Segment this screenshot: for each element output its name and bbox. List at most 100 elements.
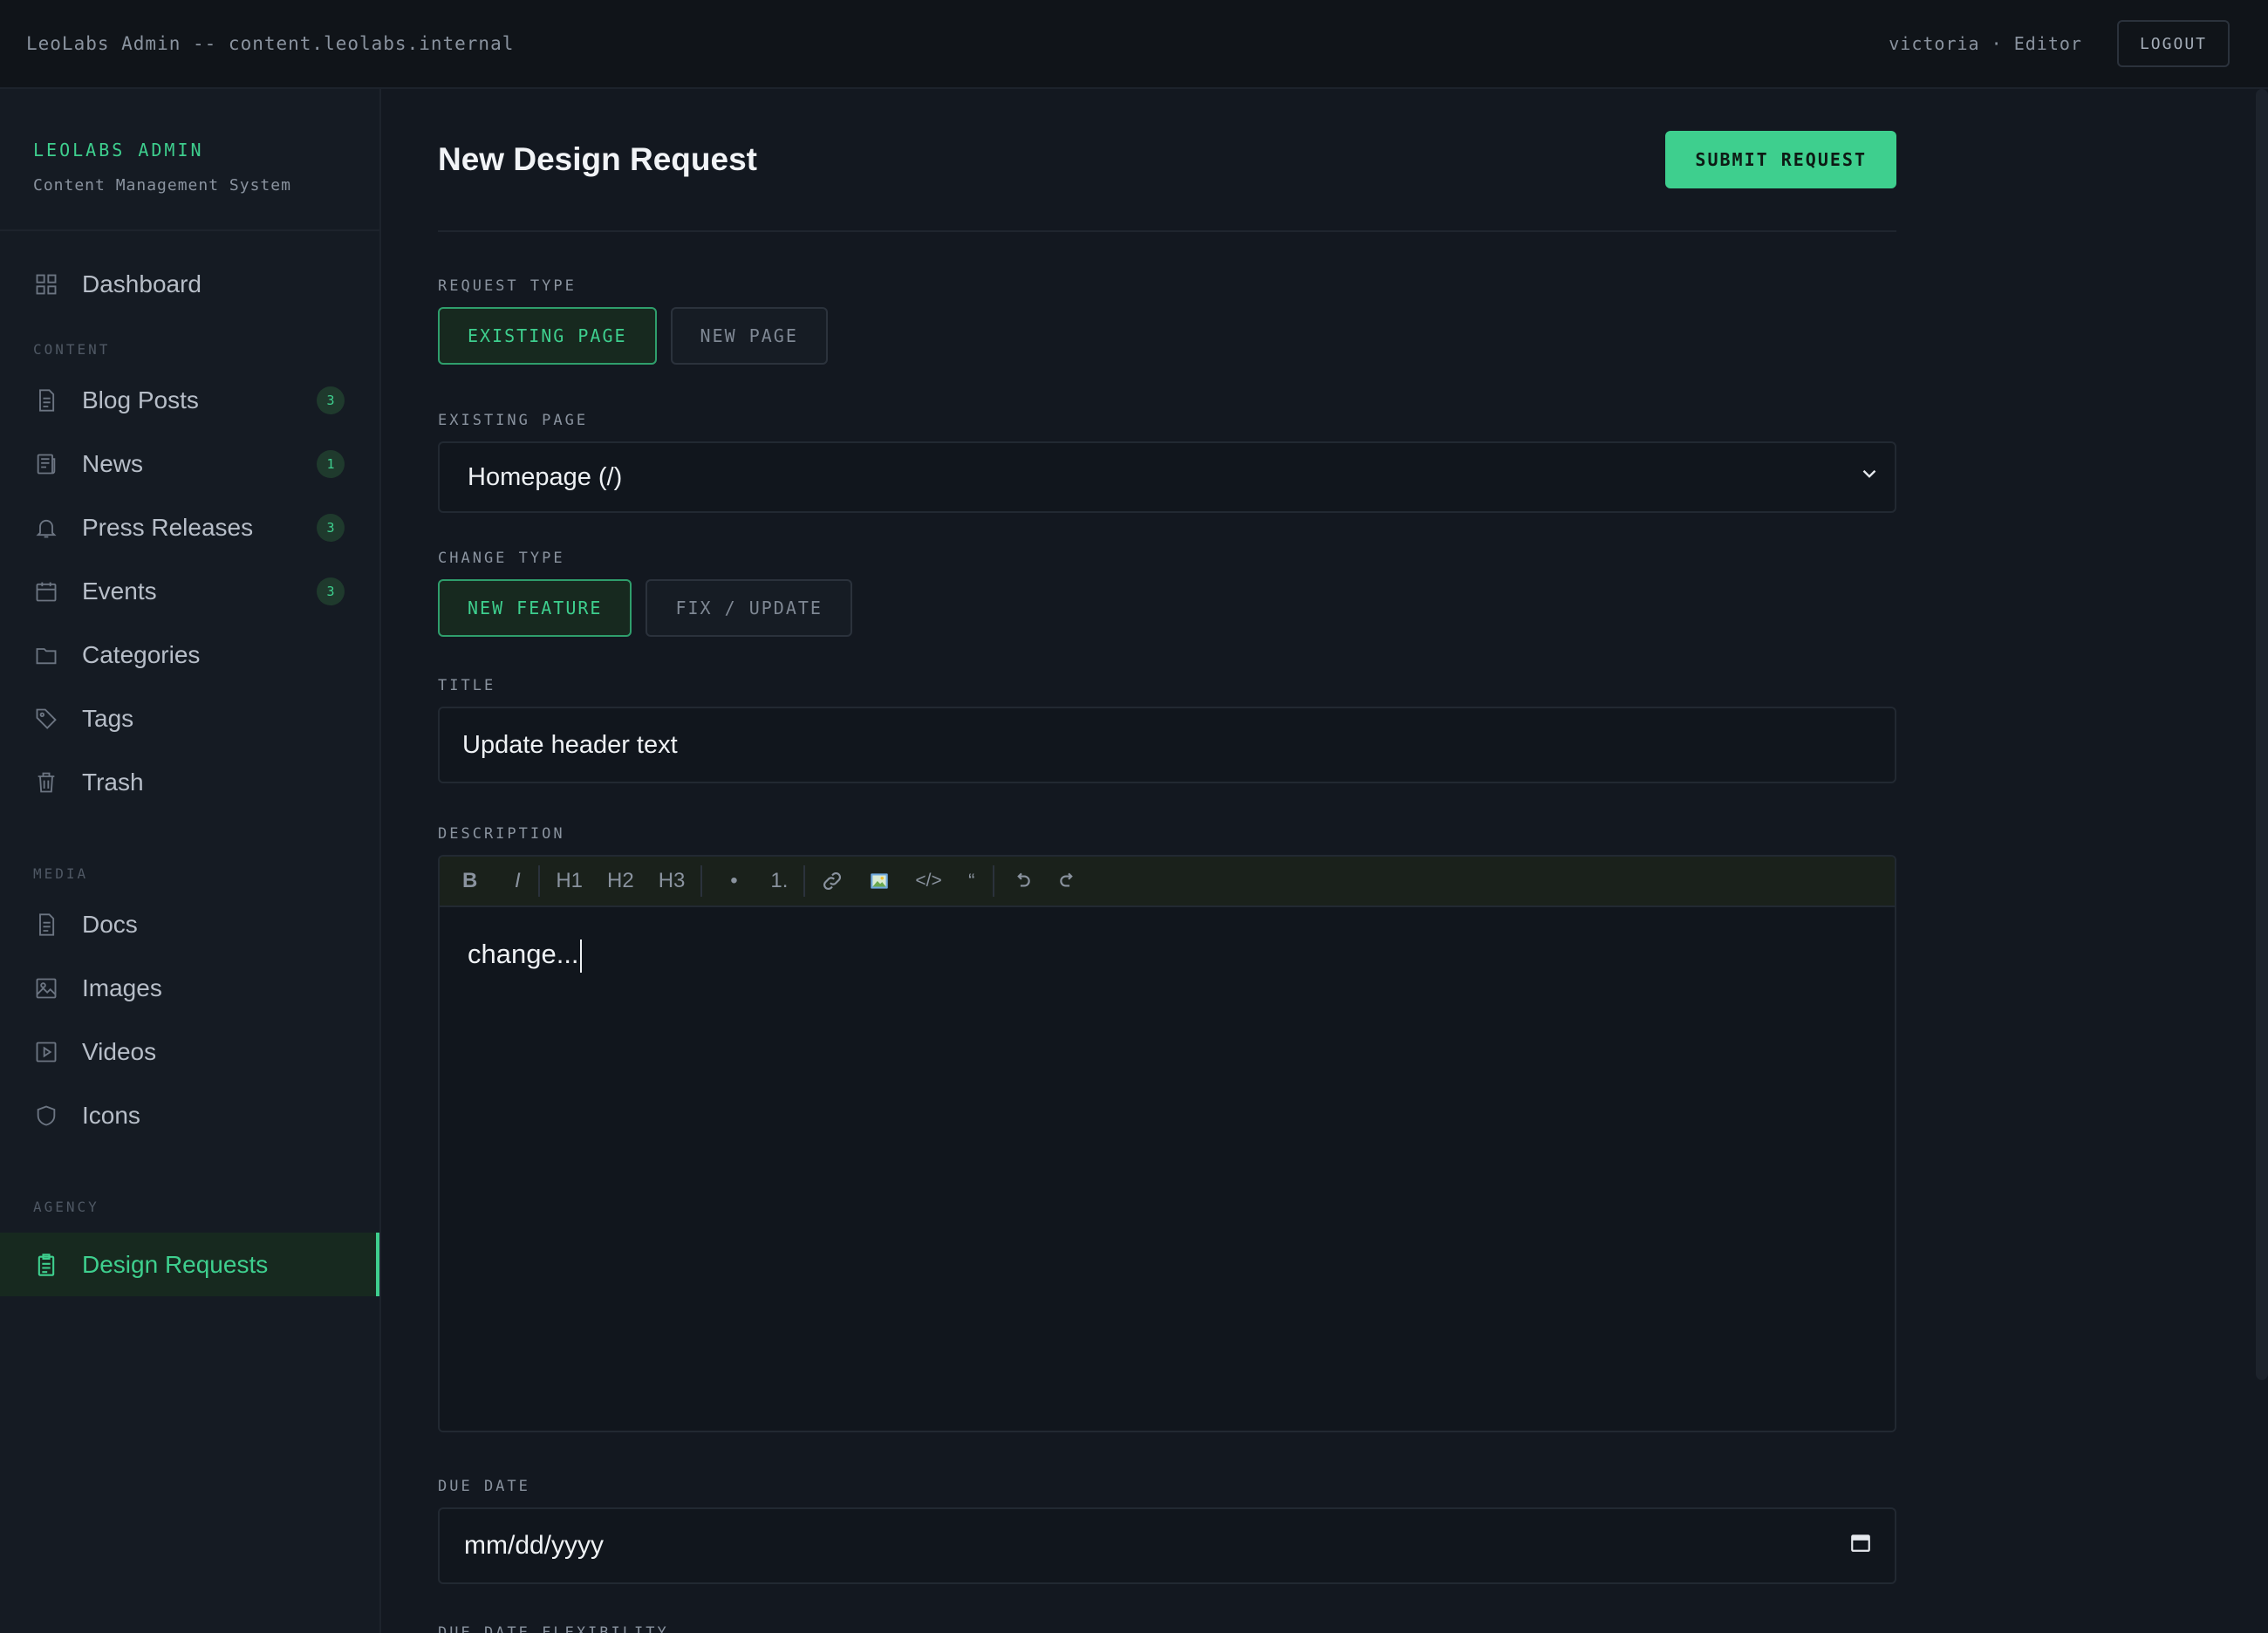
sidebar-item-categories[interactable]: Categories xyxy=(0,623,379,687)
sidebar-item-label: Images xyxy=(82,974,162,1001)
existing-page-select[interactable]: Homepage (/) xyxy=(438,441,1896,513)
image-icon xyxy=(33,975,59,1001)
sidebar-item-events[interactable]: Events 3 xyxy=(0,559,379,623)
document-icon xyxy=(33,912,59,938)
description-label: DESCRIPTION xyxy=(438,825,565,843)
sidebar-item-images[interactable]: Images xyxy=(0,956,379,1020)
toolbar-divider xyxy=(803,865,806,897)
sidebar-item-label: Docs xyxy=(82,910,138,938)
calendar-icon xyxy=(33,578,59,605)
tag-icon xyxy=(33,706,59,732)
current-user: victoria · Editor xyxy=(1889,33,2082,54)
toolbar-divider xyxy=(992,865,994,897)
sidebar-item-label: News xyxy=(82,449,144,477)
sidebar-item-label: Design Requests xyxy=(82,1250,269,1278)
link-icon[interactable] xyxy=(809,864,856,898)
sidebar-item-design-requests[interactable]: Design Requests xyxy=(0,1233,379,1296)
title-label: TITLE xyxy=(438,677,496,694)
brand-name: LEOLABS ADMIN xyxy=(33,140,204,161)
sidebar-item-tags[interactable]: Tags xyxy=(0,687,379,750)
bell-icon xyxy=(33,515,59,541)
redo-icon[interactable] xyxy=(1045,864,1092,898)
description-editor: B I H1 H2 H3 • 1. </> “ change... xyxy=(438,855,1896,1432)
chevron-down-icon xyxy=(1858,462,1881,492)
grid-icon xyxy=(33,271,59,297)
folder-icon xyxy=(33,642,59,668)
clipboard-icon xyxy=(33,1252,59,1278)
new-page-option[interactable]: NEW PAGE xyxy=(670,307,828,365)
change-type-group: NEW FEATURE FIX / UPDATE xyxy=(438,579,1896,637)
submit-request-button[interactable]: SUBMIT REQUEST xyxy=(1665,131,1896,188)
document-icon xyxy=(33,387,59,413)
change-type-label: CHANGE TYPE xyxy=(438,550,565,567)
text-caret xyxy=(579,939,582,973)
heading3-button[interactable]: H3 xyxy=(646,864,698,898)
sidebar-item-label: Press Releases xyxy=(82,513,254,541)
code-icon[interactable]: </> xyxy=(903,864,953,898)
count-badge: 3 xyxy=(317,386,345,414)
sidebar-item-docs[interactable]: Docs xyxy=(0,892,379,956)
count-badge: 3 xyxy=(317,577,345,605)
due-date-input[interactable]: mm/dd/yyyy xyxy=(438,1507,1896,1584)
sidebar-item-label: Dashboard xyxy=(82,270,202,297)
page-header: New Design Request SUBMIT REQUEST xyxy=(438,89,1896,232)
sidebar-item-label: Icons xyxy=(82,1101,140,1129)
due-date-label: DUE DATE xyxy=(438,1478,530,1495)
existing-page-option[interactable]: EXISTING PAGE xyxy=(438,307,657,365)
host-title: LeoLabs Admin -- content.leolabs.interna… xyxy=(26,33,515,54)
selected-page: Homepage (/) xyxy=(468,462,623,491)
sidebar-item-label: Tags xyxy=(82,704,134,732)
editor-content[interactable]: change... xyxy=(440,907,1895,1431)
video-icon xyxy=(33,1039,59,1065)
italic-button[interactable]: I xyxy=(500,864,535,898)
sidebar-item-dashboard[interactable]: Dashboard xyxy=(0,252,379,316)
page-scrollbar[interactable] xyxy=(2256,89,2268,1380)
new-feature-option[interactable]: NEW FEATURE xyxy=(438,579,632,637)
count-badge: 3 xyxy=(317,513,345,542)
topbar-right: victoria · Editor LOGOUT xyxy=(1889,20,2230,67)
top-bar: LeoLabs Admin -- content.leolabs.interna… xyxy=(0,0,2268,89)
calendar-icon[interactable] xyxy=(1849,1531,1872,1561)
undo-icon[interactable] xyxy=(998,864,1045,898)
existing-page-label: EXISTING PAGE xyxy=(438,412,589,429)
sidebar-item-label: Blog Posts xyxy=(82,386,199,413)
due-date-placeholder: mm/dd/yyyy xyxy=(464,1531,605,1560)
sidebar-item-blog-posts[interactable]: Blog Posts 3 xyxy=(0,368,379,432)
brand: LEOLABS ADMIN Content Management System xyxy=(0,89,379,231)
title-input[interactable]: Update header text xyxy=(438,707,1896,783)
brand-subtitle: Content Management System xyxy=(33,176,291,195)
description-text: change... xyxy=(468,939,579,969)
main-content: New Design Request SUBMIT REQUEST REQUES… xyxy=(438,89,1896,1633)
sidebar: LEOLABS ADMIN Content Management System … xyxy=(0,89,381,1633)
quote-icon[interactable]: “ xyxy=(954,864,989,898)
section-agency-heading: AGENCY xyxy=(33,1199,99,1215)
sidebar-item-label: Trash xyxy=(82,768,144,796)
sidebar-item-news[interactable]: News 1 xyxy=(0,432,379,495)
sidebar-item-label: Videos xyxy=(82,1037,157,1065)
request-type-group: EXISTING PAGE NEW PAGE xyxy=(438,307,1896,365)
heading2-button[interactable]: H2 xyxy=(595,864,646,898)
sidebar-item-trash[interactable]: Trash xyxy=(0,750,379,814)
trash-icon xyxy=(33,769,59,796)
image-icon[interactable] xyxy=(856,864,903,898)
request-type-label: REQUEST TYPE xyxy=(438,277,577,295)
bullet-list-button[interactable]: • xyxy=(716,864,751,898)
heading1-button[interactable]: H1 xyxy=(543,864,595,898)
sidebar-item-videos[interactable]: Videos xyxy=(0,1020,379,1083)
ordered-list-button[interactable]: 1. xyxy=(758,864,800,898)
sidebar-item-press-releases[interactable]: Press Releases 3 xyxy=(0,495,379,559)
fix-update-option[interactable]: FIX / UPDATE xyxy=(646,579,852,637)
logout-button[interactable]: LOGOUT xyxy=(2116,20,2230,67)
toolbar-divider xyxy=(700,865,703,897)
section-content-heading: CONTENT xyxy=(33,341,111,358)
shield-icon xyxy=(33,1103,59,1129)
title-value: Update header text xyxy=(462,730,678,759)
sidebar-item-icons[interactable]: Icons xyxy=(0,1083,379,1147)
bold-button[interactable]: B xyxy=(450,864,489,898)
due-date-flexibility-label: DUE DATE FLEXIBILITY xyxy=(438,1624,669,1633)
editor-toolbar: B I H1 H2 H3 • 1. </> “ xyxy=(440,857,1895,907)
newspaper-icon xyxy=(33,451,59,477)
page-title: New Design Request xyxy=(438,141,757,177)
sidebar-item-label: Events xyxy=(82,577,157,605)
toolbar-divider xyxy=(538,865,541,897)
